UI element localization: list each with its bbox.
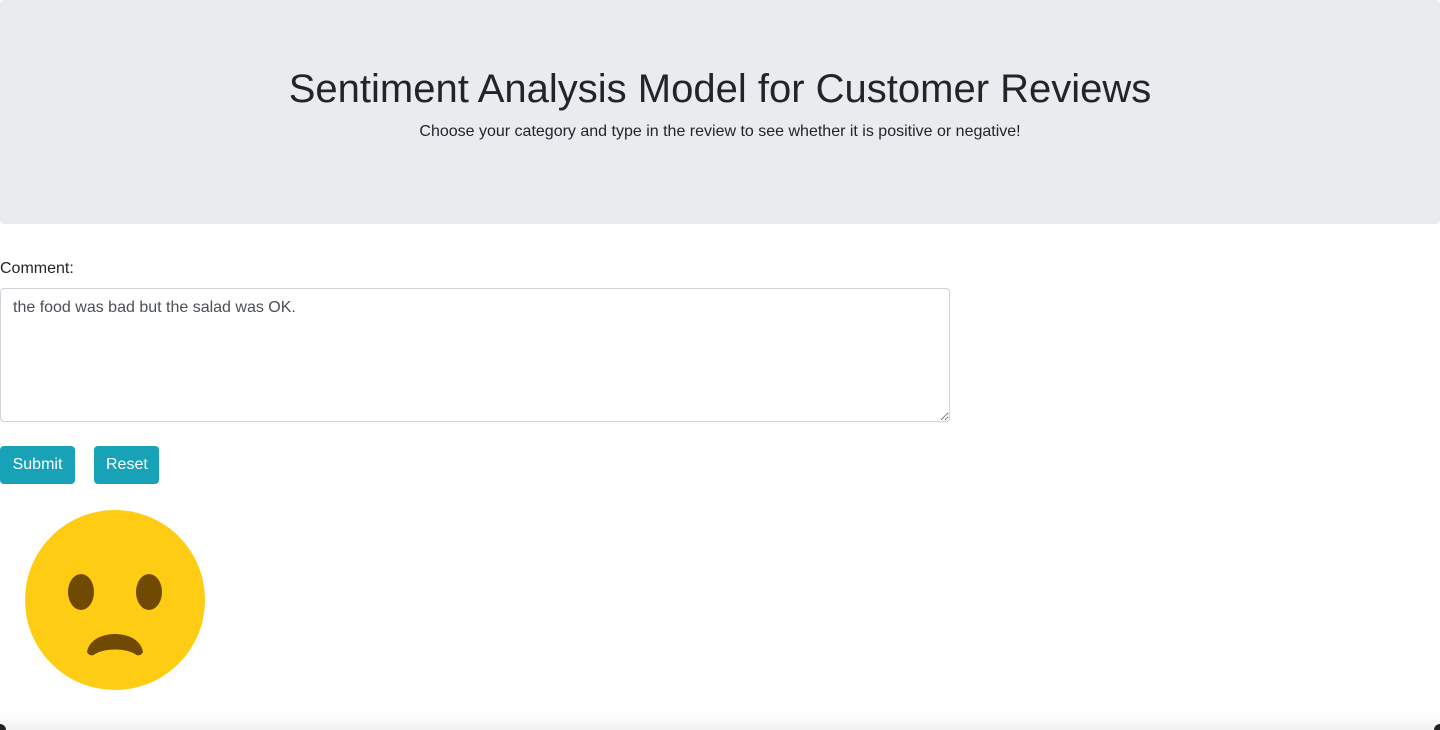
header-jumbotron: Sentiment Analysis Model for Customer Re… xyxy=(0,0,1440,224)
page-subtitle: Choose your category and type in the rev… xyxy=(419,123,1021,140)
comment-label: Comment: xyxy=(0,260,74,277)
face-circle xyxy=(25,510,205,690)
bottom-shadow xyxy=(0,712,1440,730)
submit-button[interactable]: Submit xyxy=(0,446,75,484)
right-eye xyxy=(136,574,162,610)
comment-textarea[interactable] xyxy=(0,288,950,422)
left-eye xyxy=(68,574,94,610)
sad-face-icon xyxy=(25,510,205,690)
reset-button[interactable]: Reset xyxy=(94,446,159,484)
page: Sentiment Analysis Model for Customer Re… xyxy=(0,0,1440,730)
page-title: Sentiment Analysis Model for Customer Re… xyxy=(288,67,1152,111)
window-corner-right xyxy=(1434,724,1440,730)
